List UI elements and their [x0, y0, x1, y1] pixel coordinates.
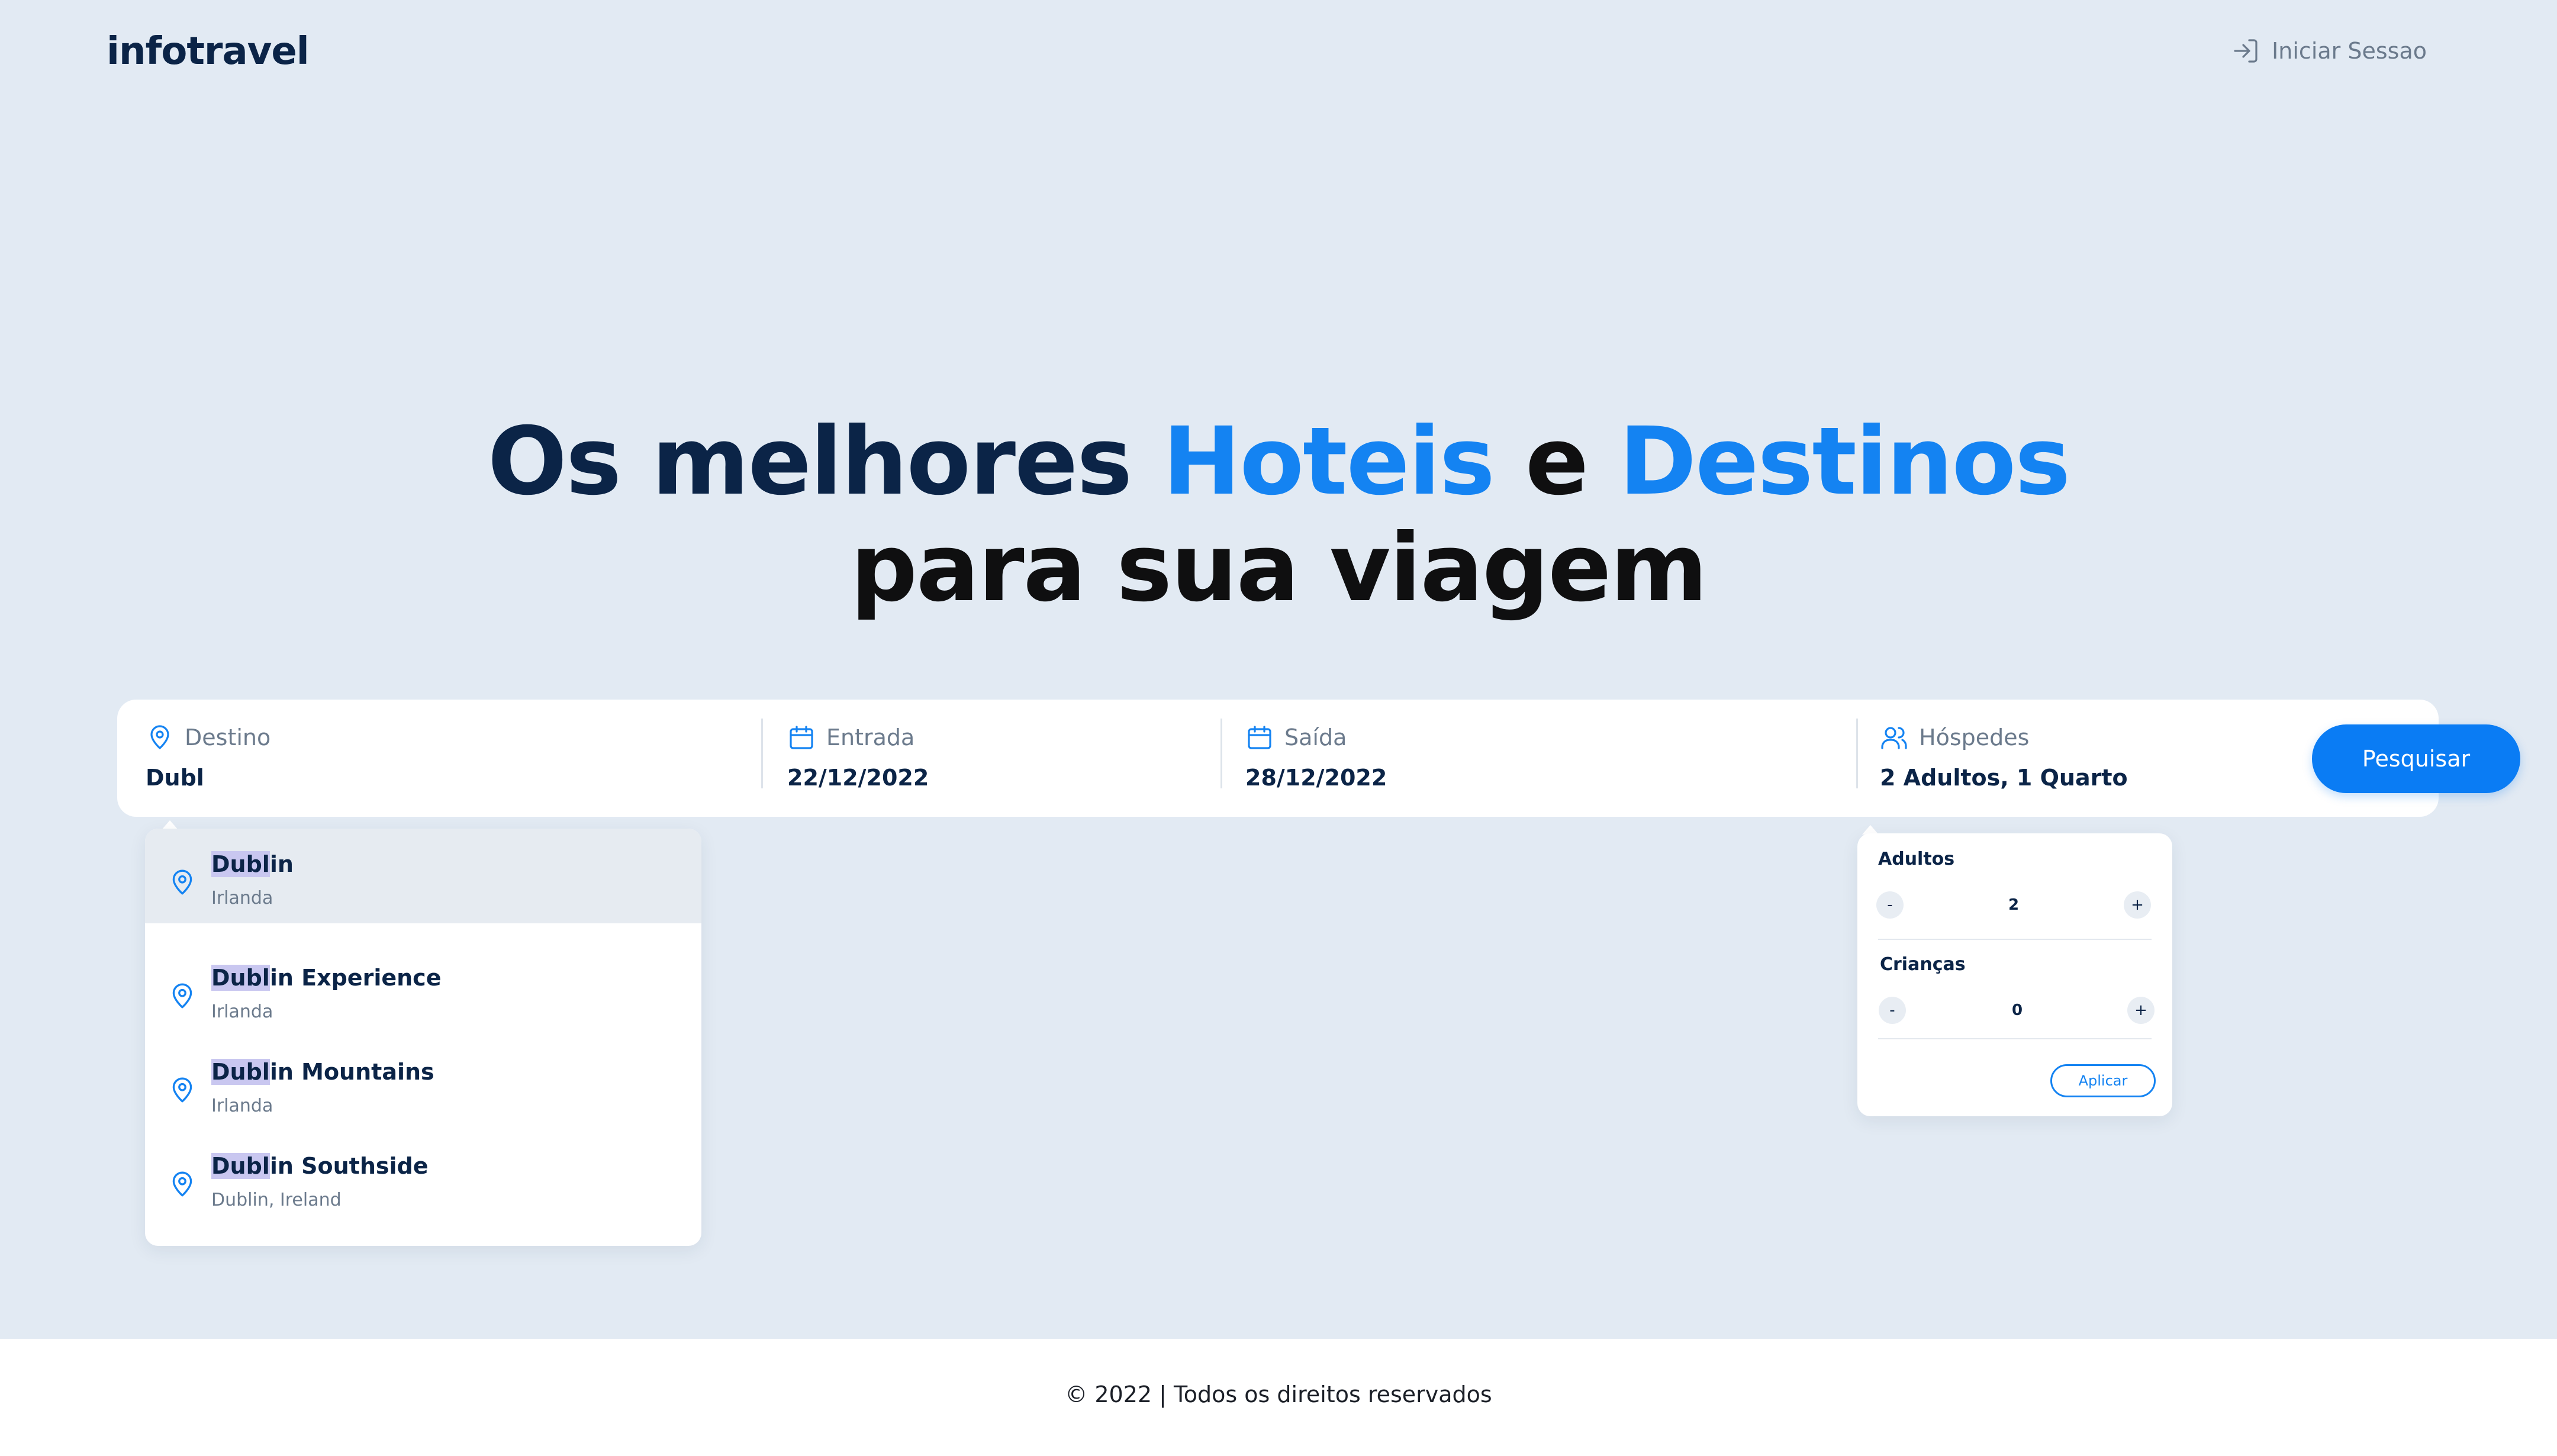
hospedes-field[interactable]: Hóspedes 2 Adultos, 1 Quarto	[1880, 700, 2294, 817]
login-label: Iniciar Sessao	[2272, 38, 2427, 64]
saida-field[interactable]: Saída 28/12/2022	[1245, 700, 1837, 817]
suggestion-item[interactable]: Dublin Experience Irlanda	[145, 942, 701, 1037]
suggestion-name: Dublin Experience	[211, 965, 441, 991]
adultos-plus-button[interactable]: +	[2124, 891, 2151, 919]
saida-label: Saída	[1284, 724, 1347, 750]
suggestion-name: Dublin	[211, 851, 294, 877]
criancas-label: Crianças	[1880, 954, 1966, 975]
users-icon	[1881, 727, 1907, 749]
criancas-plus-button[interactable]: +	[2127, 997, 2155, 1024]
entrada-label-row: Entrada	[787, 723, 1202, 752]
suggestion-country: Irlanda	[211, 1001, 273, 1022]
hospedes-label: Hóspedes	[1919, 724, 2030, 750]
suggestion-country: Dublin, Ireland	[211, 1190, 342, 1210]
match-highlight: Dubl	[211, 1153, 270, 1179]
entrada-value[interactable]: 22/12/2022	[787, 765, 1202, 791]
criancas-minus-button[interactable]: -	[1879, 997, 1906, 1024]
suggestion-name: Dublin Southside	[211, 1153, 429, 1179]
destino-label: Destino	[185, 724, 271, 750]
suggestion-item[interactable]: Dublin Mountains Irlanda	[145, 1036, 701, 1131]
destino-input[interactable]: Dubl	[146, 765, 738, 791]
hero-title: Os melhores Hoteis e Destinos para sua v…	[0, 408, 2557, 621]
search-button[interactable]: Pesquisar	[2312, 724, 2520, 793]
match-highlight: Dubl	[211, 965, 270, 991]
entrada-label: Entrada	[826, 724, 915, 750]
match-highlight: Dubl	[211, 851, 270, 877]
suggestion-rest: in Southside	[269, 1153, 429, 1179]
suggestion-rest: in	[269, 851, 294, 877]
map-pin-icon	[172, 869, 192, 895]
suggestion-item[interactable]: Dublin Irlanda	[145, 829, 701, 923]
suggestion-rest: in Mountains	[269, 1059, 434, 1085]
divider	[1220, 719, 1222, 788]
divider	[1856, 719, 1858, 788]
adultos-label: Adultos	[1878, 849, 1955, 869]
adultos-value: 2	[2008, 896, 2020, 914]
suggestion-rest: in Experience	[269, 965, 442, 991]
apply-button[interactable]: Aplicar	[2050, 1064, 2156, 1097]
map-pin-icon	[150, 725, 169, 749]
hero-line-2: para sua viagem	[850, 514, 1708, 623]
copyright-text: © 2022 | Todos os direitos reservados	[1065, 1381, 1492, 1407]
login-link[interactable]: Iniciar Sessao	[2231, 37, 2427, 65]
destino-field[interactable]: Destino Dubl	[146, 700, 738, 817]
criancas-value: 0	[2011, 1001, 2023, 1019]
suggestion-item[interactable]: Dublin Southside Dublin, Ireland	[145, 1130, 701, 1225]
footer: © 2022 | Todos os direitos reservados	[0, 1339, 2557, 1456]
hero-highlight-destinos: Destinos	[1619, 407, 2070, 516]
suggestion-country: Irlanda	[211, 888, 273, 909]
hospedes-label-row: Hóspedes	[1880, 723, 2294, 752]
divider	[761, 719, 763, 788]
hero-text: Os melhores	[487, 407, 1163, 516]
map-pin-icon	[172, 983, 192, 1009]
divider	[1878, 939, 2152, 940]
suggestion-name: Dublin Mountains	[211, 1059, 434, 1085]
saida-value[interactable]: 28/12/2022	[1245, 765, 1837, 791]
logo[interactable]: infotravel	[107, 30, 310, 73]
login-arrow-icon	[2234, 39, 2257, 63]
map-pin-icon	[172, 1077, 192, 1103]
divider	[1878, 1038, 2152, 1039]
hospedes-value[interactable]: 2 Adultos, 1 Quarto	[1880, 765, 2294, 791]
suggestion-country: Irlanda	[211, 1096, 273, 1116]
map-pin-icon	[172, 1171, 192, 1197]
hero-text-connector: e	[1493, 407, 1619, 516]
match-highlight: Dubl	[211, 1059, 270, 1085]
destination-suggestions: Dublin Irlanda Dublin Experience Irlanda…	[145, 829, 701, 1246]
destino-label-row: Destino	[146, 723, 738, 752]
saida-label-row: Saída	[1245, 723, 1837, 752]
calendar-icon	[1248, 726, 1271, 749]
hero-highlight-hoteis: Hoteis	[1162, 407, 1495, 516]
calendar-icon	[790, 726, 813, 749]
guests-dropdown: Adultos - 2 + Crianças - 0 + Aplicar	[1857, 833, 2172, 1116]
page: infotravel Iniciar Sessao Os melhores Ho…	[0, 0, 2557, 1456]
entrada-field[interactable]: Entrada 22/12/2022	[787, 700, 1202, 817]
search-bar: Destino Dubl Entrada 22/12/2022 Saída 28…	[117, 700, 2520, 817]
adultos-minus-button[interactable]: -	[1876, 891, 1904, 919]
hero-line-1: Os melhores Hoteis e Destinos	[0, 408, 2557, 515]
